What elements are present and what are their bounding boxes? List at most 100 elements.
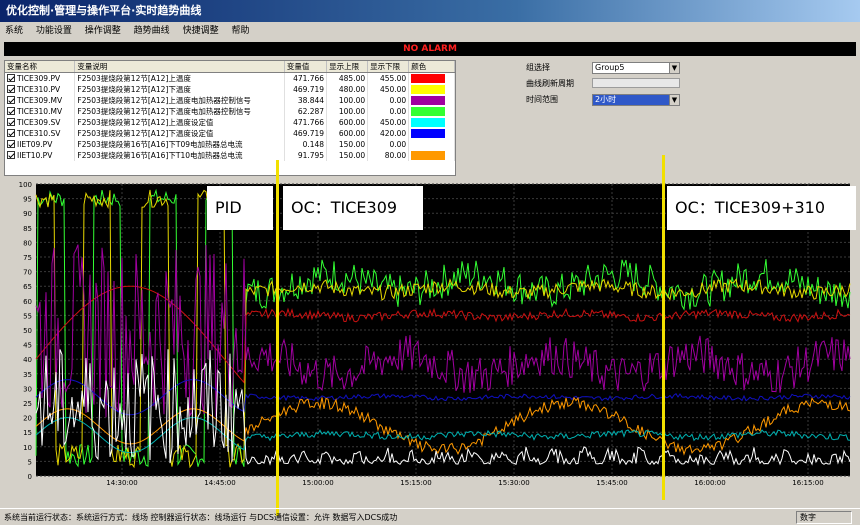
- col-lower-header[interactable]: 显示下限: [367, 61, 410, 73]
- group-select-row: 组选择 Group5 ▼: [512, 62, 852, 74]
- table-row[interactable]: TICE309.MV F2503提烧段第12节[A12]上温度电加热器控制信号 38…: [5, 95, 455, 106]
- var-name-cell: IIET10.PV: [17, 151, 53, 160]
- variable-table: 变量名称 变量说明 变量值 显示上限 显示下限 颜色 TICE309.PV F25…: [4, 60, 456, 176]
- var-desc-cell: F2503提烧段第12节[A12]上温度设定值: [77, 118, 214, 127]
- menu-trend[interactable]: 趋势曲线: [129, 26, 175, 36]
- y-tick-label: 0: [28, 473, 32, 481]
- var-upper-cell: 100.00: [338, 107, 366, 116]
- group-select-label: 组选择: [526, 63, 550, 72]
- color-swatch[interactable]: [411, 140, 446, 150]
- time-range-select[interactable]: 2小时 ▼: [592, 94, 680, 106]
- x-tick-label: 14:30:00: [106, 479, 137, 487]
- var-name-cell: TICE309.PV: [17, 74, 61, 83]
- var-name-cell: IIET09.PV: [17, 140, 53, 149]
- chevron-down-icon[interactable]: ▼: [669, 63, 679, 73]
- var-name-cell: TICE310.SV: [17, 129, 61, 138]
- table-row[interactable]: IIET09.PV F2503提烧段第16节[A16]下T09电加热器总电流 0.1…: [5, 139, 455, 150]
- status-text: 系统当前运行状态：系统运行方式：线场 控制器运行状态：线场运行 与DCS通信设置…: [4, 513, 398, 522]
- col-name-header[interactable]: 变量名称: [5, 61, 76, 73]
- var-upper-cell: 600.00: [338, 118, 366, 127]
- var-value-cell: 471.766: [293, 118, 325, 127]
- var-desc-cell: F2503提烧段第12节[A12]下温度设定值: [77, 129, 214, 138]
- y-tick-label: 20: [23, 415, 32, 423]
- var-upper-cell: 600.00: [338, 129, 366, 138]
- var-name-cell: TICE310.MV: [17, 107, 63, 116]
- y-tick-label: 50: [23, 327, 32, 335]
- color-swatch[interactable]: [411, 118, 446, 128]
- table-row[interactable]: TICE309.PV F2503提烧段第12节[A12]上温度 471.766 485…: [5, 72, 455, 84]
- table-row[interactable]: TICE310.SV F2503提烧段第12节[A12]下温度设定值 469.719…: [5, 128, 455, 139]
- var-lower-cell: 80.00: [384, 151, 407, 160]
- refresh-row: 曲线刷新周期: [512, 78, 852, 90]
- var-value-cell: 62.287: [297, 107, 325, 116]
- time-range-value: 2小时: [595, 95, 617, 104]
- menu-system[interactable]: 系统: [0, 26, 28, 36]
- var-lower-cell: 0.00: [389, 140, 407, 149]
- y-tick-label: 45: [23, 342, 32, 350]
- y-tick-label: 15: [23, 429, 32, 437]
- alarm-banner: NO ALARM: [4, 42, 856, 56]
- chevron-down-icon[interactable]: ▼: [669, 95, 679, 105]
- color-swatch[interactable]: [411, 85, 446, 95]
- status-bar: 系统当前运行状态：系统运行方式：线场 控制器运行状态：线场运行 与DCS通信设置…: [0, 508, 860, 525]
- menu-quick[interactable]: 快捷调整: [178, 26, 224, 36]
- annotation-oc-tice309-310: OC：TICE309+310: [667, 186, 856, 230]
- group-select[interactable]: Group5 ▼: [592, 62, 680, 74]
- color-swatch[interactable]: [411, 74, 446, 84]
- visibility-checkbox[interactable]: [7, 140, 15, 148]
- var-upper-cell: 480.00: [338, 85, 366, 94]
- y-tick-label: 65: [23, 283, 32, 291]
- visibility-checkbox[interactable]: [7, 118, 15, 126]
- status-mode-box: 数字: [796, 511, 852, 524]
- table-row[interactable]: TICE310.PV F2503提烧段第12节[A12]下温度 469.719 480…: [5, 84, 455, 95]
- visibility-checkbox[interactable]: [7, 129, 15, 137]
- table-row[interactable]: TICE310.MV F2503提烧段第12节[A12]下温度电加热器控制信号 62…: [5, 106, 455, 117]
- var-lower-cell: 0.00: [389, 107, 407, 116]
- color-swatch[interactable]: [411, 107, 446, 117]
- annotation-oc-tice309: OC：TICE309: [283, 186, 423, 230]
- var-value-cell: 91.795: [297, 151, 325, 160]
- x-tick-label: 15:30:00: [498, 479, 529, 487]
- menu-settings[interactable]: 功能设置: [31, 26, 77, 36]
- col-desc-header[interactable]: 变量说明: [74, 61, 285, 73]
- col-value-header[interactable]: 变量值: [284, 61, 328, 73]
- var-desc-cell: F2503提烧段第16节[A16]下T10电加热器总电流: [77, 151, 243, 160]
- var-desc-cell: F2503提烧段第12节[A12]上温度: [77, 74, 191, 83]
- table-row[interactable]: IIET10.PV F2503提烧段第16节[A16]下T10电加热器总电流 91.…: [5, 150, 455, 161]
- var-name-cell: TICE309.MV: [17, 96, 63, 105]
- y-tick-label: 85: [23, 225, 32, 233]
- var-name-cell: TICE310.PV: [17, 85, 61, 94]
- x-tick-label: 15:00:00: [302, 479, 333, 487]
- var-upper-cell: 485.00: [338, 74, 366, 83]
- x-tick-label: 15:15:00: [400, 479, 431, 487]
- refresh-period-slider[interactable]: [592, 78, 680, 88]
- col-color-header[interactable]: 颜色: [408, 61, 455, 73]
- visibility-checkbox[interactable]: [7, 85, 15, 93]
- visibility-checkbox[interactable]: [7, 107, 15, 115]
- color-swatch[interactable]: [411, 96, 446, 106]
- var-desc-cell: F2503提烧段第12节[A12]下温度: [77, 85, 191, 94]
- col-upper-header[interactable]: 显示上限: [326, 61, 369, 73]
- range-select-label: 时间范围: [526, 95, 558, 104]
- var-name-cell: TICE309.SV: [17, 118, 61, 127]
- y-tick-label: 100: [19, 181, 32, 189]
- menu-operate[interactable]: 操作调整: [80, 26, 126, 36]
- color-swatch[interactable]: [411, 151, 446, 161]
- var-value-cell: 469.719: [293, 129, 325, 138]
- var-value-cell: 38.844: [297, 96, 325, 105]
- y-tick-label: 25: [23, 400, 32, 408]
- table-row[interactable]: TICE309.SV F2503提烧段第12节[A12]上温度设定值 471.766…: [5, 117, 455, 128]
- var-desc-cell: F2503提烧段第12节[A12]下温度电加热器控制信号: [77, 107, 251, 116]
- group-select-value: Group5: [595, 63, 625, 72]
- var-lower-cell: 450.00: [379, 118, 407, 127]
- color-swatch[interactable]: [411, 129, 446, 139]
- visibility-checkbox[interactable]: [7, 74, 15, 82]
- visibility-checkbox[interactable]: [7, 151, 15, 159]
- var-value-cell: 469.719: [293, 85, 325, 94]
- visibility-checkbox[interactable]: [7, 96, 15, 104]
- var-lower-cell: 455.00: [379, 74, 407, 83]
- y-tick-label: 75: [23, 254, 32, 262]
- menu-help[interactable]: 帮助: [226, 26, 254, 36]
- y-tick-label: 60: [23, 298, 32, 306]
- y-tick-label: 40: [23, 356, 32, 364]
